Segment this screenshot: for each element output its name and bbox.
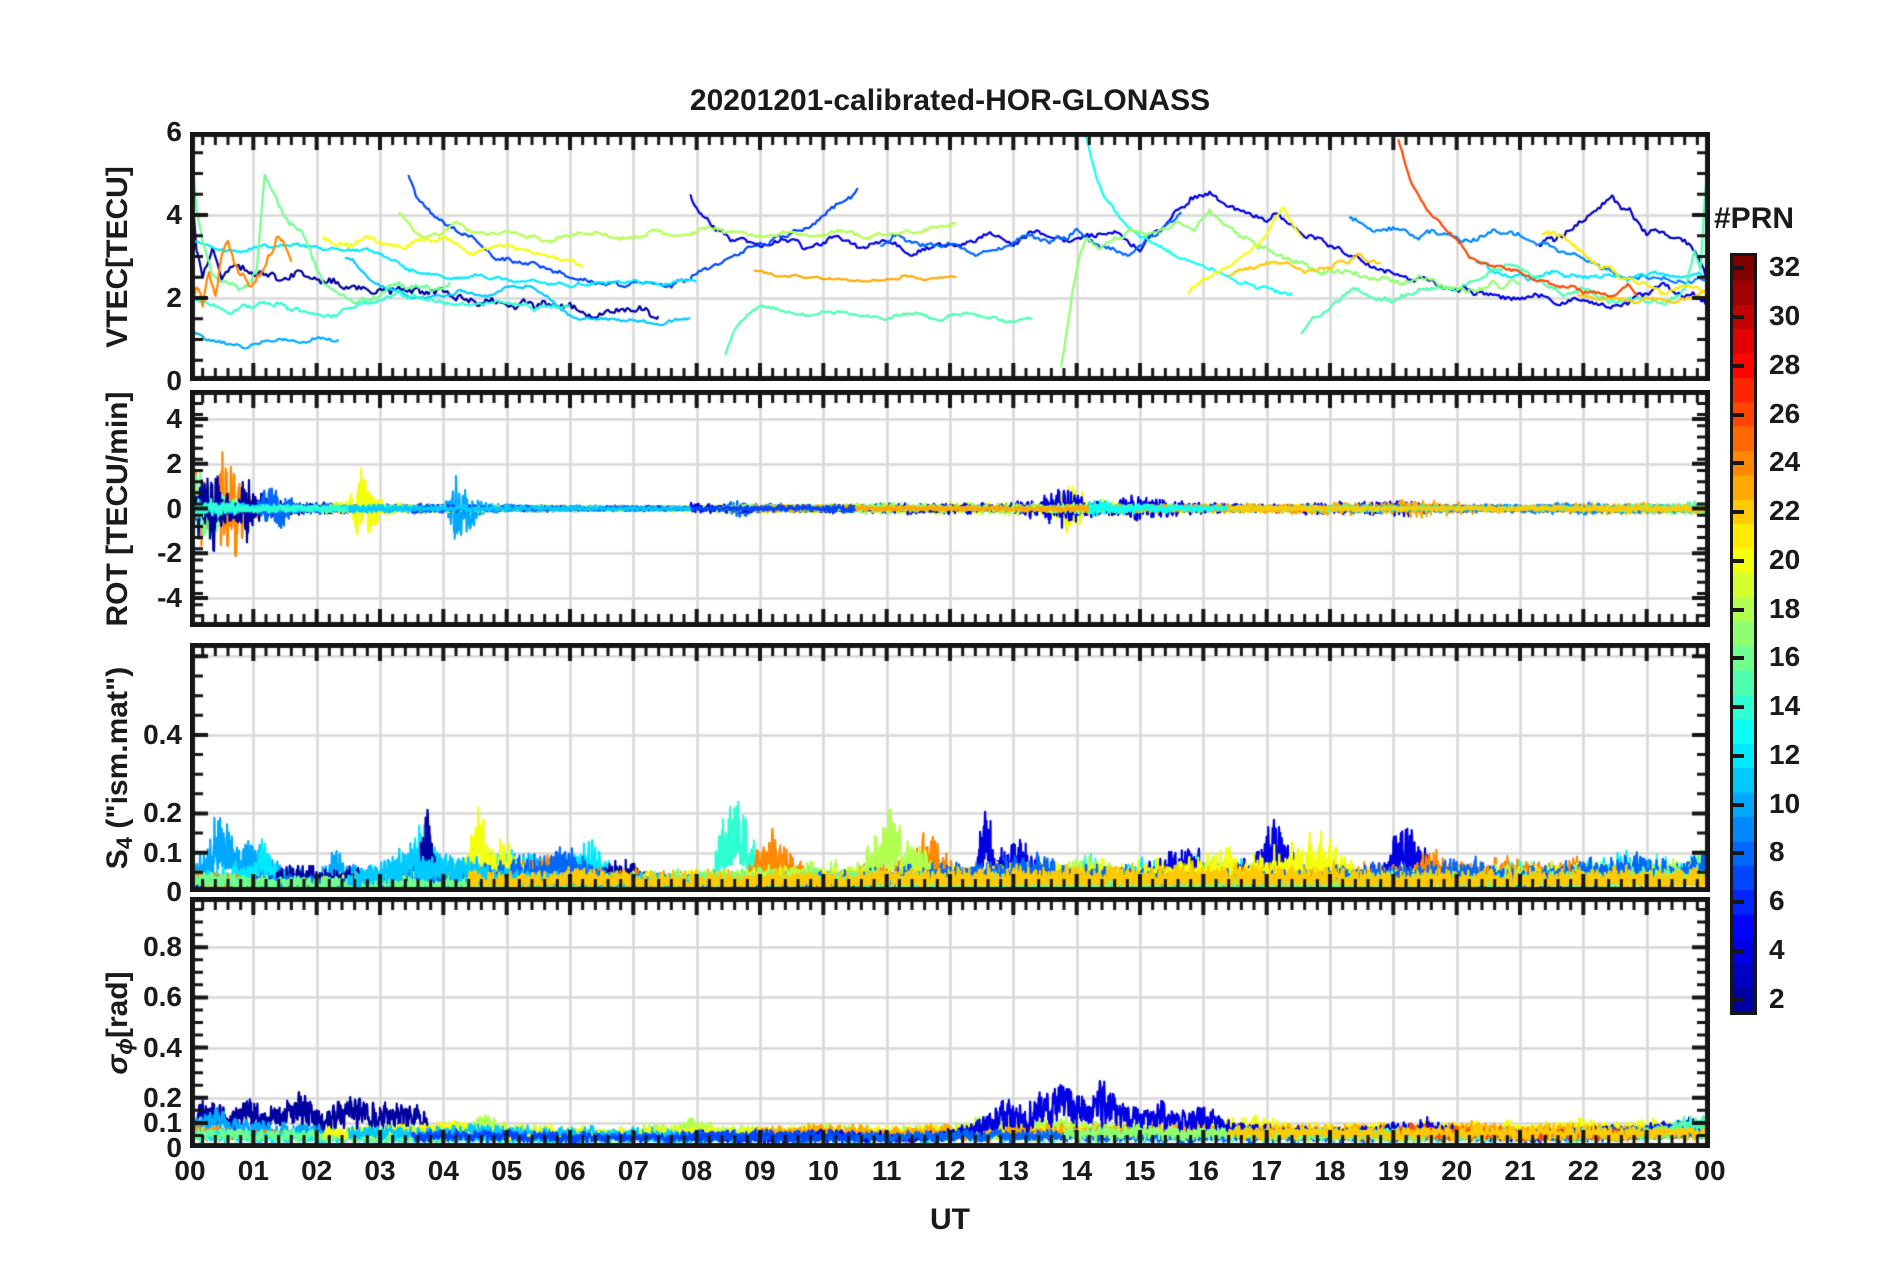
colorbar-tick	[1733, 997, 1744, 1002]
y-tick-label: 0.2	[143, 797, 182, 829]
colorbar-tick	[1733, 314, 1744, 319]
colorbar-tick-label: 4	[1769, 934, 1785, 966]
colorbar-tick-label: 26	[1769, 397, 1801, 429]
y-tick-label: 0.6	[143, 981, 182, 1013]
colorbar-tick	[1733, 510, 1744, 515]
y-tick-label: 4	[166, 199, 182, 230]
vtec-panel-plot	[190, 132, 1710, 381]
colorbar-tick-label: 22	[1769, 495, 1801, 527]
x-tick-label: 00	[1694, 1155, 1726, 1186]
figure-20201201-calibrated-hor-glonass: 20201201-calibrated-HOR-GLONASS VTEC[TEC…	[0, 0, 1902, 1272]
y-tick-label: 6	[166, 116, 182, 147]
colorbar-tick-label: 32	[1769, 251, 1801, 283]
colorbar-tick-label: 2	[1769, 982, 1785, 1014]
y-tick-label: 0.1	[143, 836, 182, 868]
colorbar-title: #PRN	[1714, 202, 1795, 235]
colorbar-tick-label: 6	[1769, 885, 1785, 917]
sigma-phi-panel-plot	[190, 897, 1710, 1148]
colorbar-tick	[1733, 607, 1744, 612]
colorbar-tick	[1733, 656, 1744, 661]
y-tick-label: -4	[157, 581, 182, 613]
colorbar-tick	[1733, 705, 1744, 710]
colorbar-tick	[1733, 949, 1744, 954]
colorbar-tick	[1733, 461, 1744, 466]
colorbar-tick-label: 10	[1769, 787, 1801, 819]
chart-title: 20201201-calibrated-HOR-GLONASS	[689, 84, 1211, 117]
colorbar-tick-label: 20	[1769, 543, 1801, 575]
y-tick-label: 0	[166, 365, 182, 396]
y-tick-label: 0	[166, 492, 182, 524]
colorbar-tick	[1733, 363, 1744, 368]
rot-panel-plot	[190, 390, 1710, 627]
colorbar-tick-label: 24	[1769, 446, 1801, 478]
y-tick-label: 0.4	[143, 1031, 182, 1063]
y-tick-label: 2	[166, 447, 182, 479]
colorbar-tick	[1733, 900, 1744, 905]
colorbar-tick-label: 28	[1769, 348, 1801, 380]
y-tick-label: -2	[157, 537, 182, 569]
colorbar-tick-label: 12	[1769, 738, 1801, 770]
colorbar-tick	[1733, 558, 1744, 563]
colorbar-tick-label: 18	[1769, 592, 1801, 624]
colorbar-tick	[1733, 851, 1744, 856]
x-axis-label: UT	[930, 1203, 970, 1236]
colorbar-tick-label: 8	[1769, 836, 1785, 868]
y-tick-label: 4	[166, 403, 182, 435]
y-tick-label: 0.2	[143, 1081, 182, 1113]
y-tick-label: 0.8	[143, 931, 182, 963]
s4-panel-plot	[190, 643, 1710, 892]
colorbar-tick-label: 16	[1769, 641, 1801, 673]
colorbar-tick	[1733, 266, 1744, 271]
y-tick-label: 0.4	[143, 718, 182, 750]
colorbar-tick	[1733, 753, 1744, 758]
colorbar-tick	[1733, 412, 1744, 417]
y-tick-label: 0	[166, 876, 182, 907]
colorbar-tick	[1733, 802, 1744, 807]
colorbar-tick-label: 30	[1769, 299, 1801, 331]
colorbar	[1730, 253, 1757, 1015]
colorbar-tick-label: 14	[1769, 690, 1801, 722]
y-tick-label: 2	[166, 282, 182, 313]
